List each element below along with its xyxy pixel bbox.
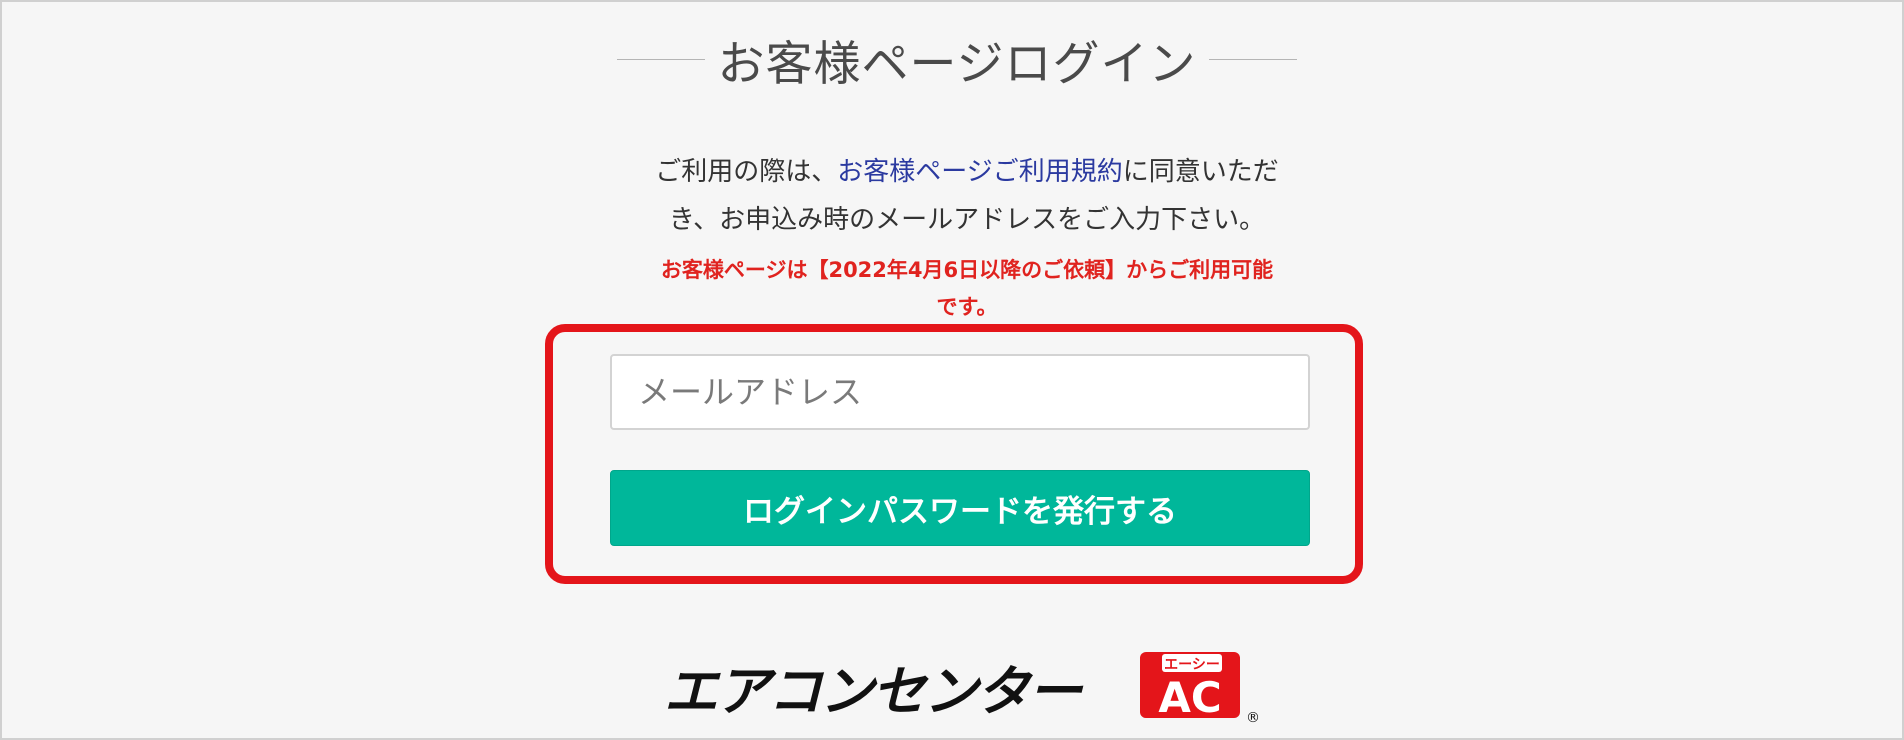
- intro-line2: き、お申込み時のメールアドレスをご入力下さい。: [668, 205, 1266, 235]
- availability-notice: お客様ページは【2022年4月6日以降のご依頼】からご利用可能 です。: [617, 252, 1317, 326]
- badge-letters: AC: [1158, 673, 1221, 722]
- title-right-rule: [1208, 58, 1297, 60]
- email-field[interactable]: [610, 354, 1310, 430]
- aircon-center-logo: エアコンセンター エーシー AC ®: [664, 650, 1260, 730]
- intro-text: ご利用の際は、お客様ページご利用規約に同意いただ き、お申込み時のメールアドレス…: [617, 148, 1317, 244]
- registered-mark: ®: [1246, 710, 1260, 726]
- notice-line2: です。: [936, 295, 998, 319]
- ac-badge-icon: エーシー AC ®: [1140, 652, 1260, 726]
- intro-prefix: ご利用の際は、: [655, 157, 838, 187]
- issue-password-button[interactable]: ログインパスワードを発行する: [610, 470, 1310, 546]
- logo-wordmark: エアコンセンター: [664, 660, 1084, 723]
- terms-link[interactable]: お客様ページご利用規約: [837, 157, 1122, 187]
- page-frame: お客様ページログイン ご利用の際は、お客様ページご利用規約に同意いただ き、お申…: [0, 0, 1904, 740]
- page-title: お客様ページログイン: [717, 36, 1197, 92]
- notice-line1: お客様ページは【2022年4月6日以降のご依頼】からご利用可能: [660, 258, 1274, 282]
- page-title-row: お客様ページログイン: [617, 24, 1297, 94]
- title-left-rule: [617, 58, 706, 60]
- intro-suffix: に同意いただ: [1122, 157, 1279, 187]
- badge-top-text: エーシー: [1164, 657, 1220, 673]
